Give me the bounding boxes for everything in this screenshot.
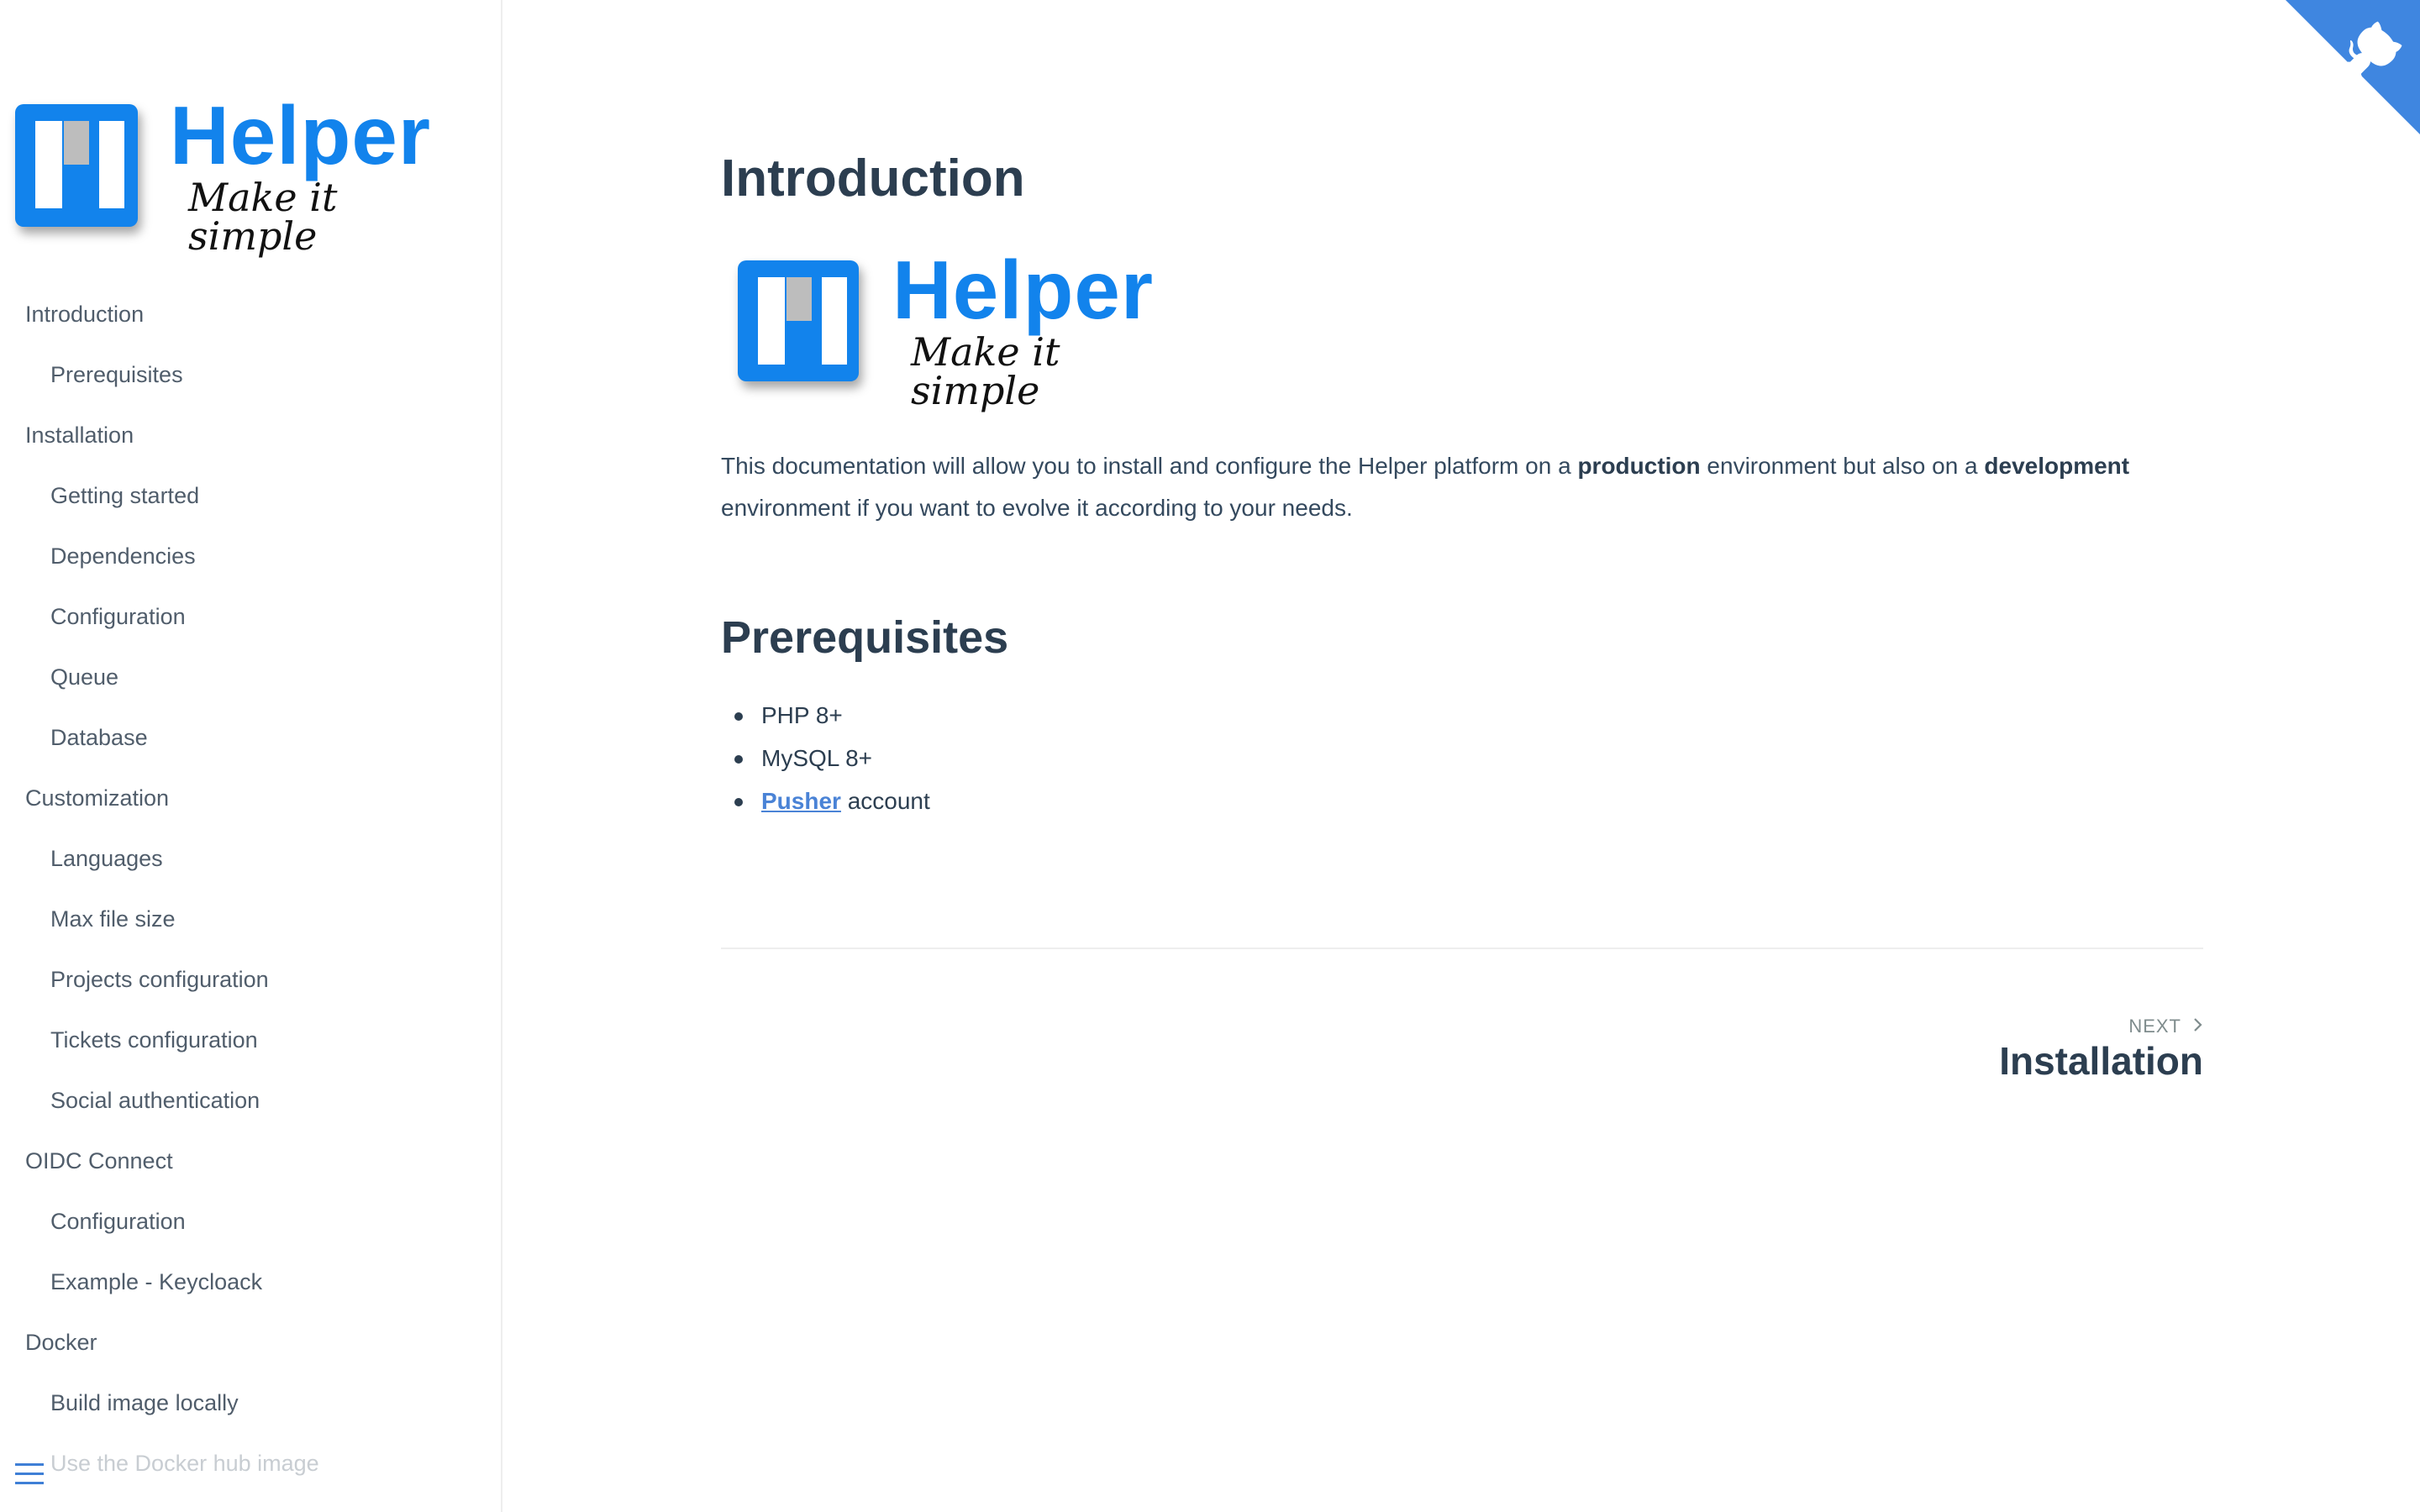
sidebar-nav: Introduction Prerequisites Installation Get…: [0, 296, 501, 1505]
pagination-next[interactable]: NEXT Installation: [1999, 1015, 2203, 1084]
divider: [721, 948, 2203, 949]
intro-text-1: This documentation will allow you to ins…: [721, 453, 1578, 479]
sidebar-item-configuration[interactable]: Configuration: [0, 598, 501, 659]
logo-tagline: Make it simple: [911, 329, 1060, 413]
prereq-pusher-suffix: account: [840, 788, 930, 814]
logo-tagline: Make it simple: [188, 175, 338, 259]
github-octocat-icon[interactable]: [2286, 0, 2420, 134]
sidebar-item-dependencies[interactable]: Dependencies: [0, 538, 501, 598]
sidebar-item-docker[interactable]: Docker: [0, 1324, 501, 1384]
page-title: Introduction: [721, 150, 1025, 207]
sidebar-item-max-file-size[interactable]: Max file size: [0, 900, 501, 961]
prerequisites-heading: Prerequisites: [721, 612, 1009, 663]
sidebar-item-configuration[interactable]: Configuration: [0, 1203, 501, 1263]
list-item: Pusher account: [734, 780, 930, 822]
logo-word: Helper: [892, 244, 1155, 336]
intro-text-2: environment but also on a: [1700, 453, 1985, 479]
prereq-php: PHP 8+: [761, 702, 843, 728]
sidebar-item-getting-started[interactable]: Getting started: [0, 477, 501, 538]
prerequisites-list: PHP 8+ MySQL 8+ Pusher account: [734, 694, 930, 822]
sidebar-item-projects-configuration[interactable]: Projects configuration: [0, 961, 501, 1021]
sidebar-item-introduction[interactable]: Introduction: [0, 296, 501, 356]
intro-paragraph: This documentation will allow you to ins…: [721, 445, 2203, 529]
logo-word: Helper: [170, 89, 432, 181]
sidebar-item-queue[interactable]: Queue: [0, 659, 501, 719]
sidebar-logo[interactable]: Helper Make it simple: [15, 94, 430, 255]
list-item: PHP 8+: [734, 694, 930, 737]
intro-bold-development: development: [1984, 453, 2130, 479]
list-item: MySQL 8+: [734, 737, 930, 780]
sidebar-item-social-authentication[interactable]: Social authentication: [0, 1082, 501, 1142]
sidebar-item-example-keycloack[interactable]: Example - Keycloack: [0, 1263, 501, 1324]
pusher-link[interactable]: Pusher: [761, 788, 841, 814]
logo-mark-icon: [738, 260, 859, 381]
hamburger-menu-icon[interactable]: [15, 1463, 44, 1488]
logo-mark-icon: [15, 104, 138, 227]
prereq-mysql: MySQL 8+: [761, 745, 873, 771]
sidebar-item-languages[interactable]: Languages: [0, 840, 501, 900]
intro-bold-production: production: [1577, 453, 1701, 479]
sidebar-item-use-the-docker-hub-image[interactable]: Use the Docker hub image: [0, 1445, 501, 1505]
chevron-right-icon: [2193, 1015, 2203, 1038]
sidebar: Helper Make it simple Introduction Prereq…: [0, 0, 502, 1512]
sidebar-item-oidc-connect[interactable]: OIDC Connect: [0, 1142, 501, 1203]
sidebar-item-prerequisites[interactable]: Prerequisites: [0, 356, 501, 417]
sidebar-item-build-image-locally[interactable]: Build image locally: [0, 1384, 501, 1445]
sidebar-item-installation[interactable]: Installation: [0, 417, 501, 477]
content-logo: Helper Make it simple: [738, 249, 1158, 410]
sidebar-item-database[interactable]: Database: [0, 719, 501, 780]
pager-next-label: NEXT: [2128, 1016, 2181, 1037]
pager-next-title[interactable]: Installation: [1999, 1038, 2203, 1084]
sidebar-item-customization[interactable]: Customization: [0, 780, 501, 840]
sidebar-item-tickets-configuration[interactable]: Tickets configuration: [0, 1021, 501, 1082]
pager-next-row: NEXT: [1999, 1015, 2203, 1038]
intro-text-3: environment if you want to evolve it acc…: [721, 495, 1353, 521]
